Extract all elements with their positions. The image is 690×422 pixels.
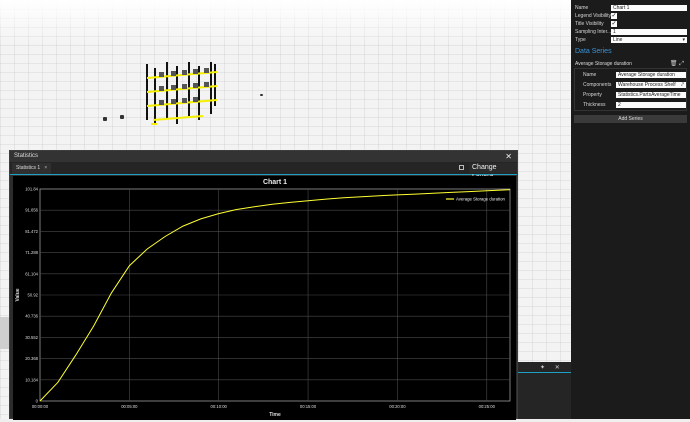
y-tick-label: 20.368 [25, 356, 38, 361]
x-axis-label: Time [269, 412, 281, 418]
line-chart: Chart 1 0 10.184 20.368 30.552 40.736 50.92 61.… [15, 179, 511, 418]
tab-statistics-1[interactable]: Statistics 1 × [12, 163, 52, 174]
sampling-interval-label: Sampling Inter... [575, 29, 612, 35]
title-visibility-label: Title Visibility [575, 21, 604, 27]
chevron-down-icon: ▾ [682, 37, 685, 43]
components-value: Warehouse Process Shelf [618, 82, 676, 88]
lower-dock-panel: ✦ ✕ [518, 362, 571, 419]
name-field[interactable]: Chart 1 [611, 5, 687, 11]
statistics-window: Statistics ✕ Statistics 1× Change Layout… [9, 150, 518, 420]
series-name-field[interactable]: Average Storage duration [616, 72, 686, 78]
x-tick-label: 00:00:00 [32, 404, 49, 409]
components-field[interactable]: Warehouse Process Shelf ⤤ [616, 82, 686, 88]
y-tick-label: 91.656 [25, 208, 38, 213]
data-series-heading: Data Series [575, 48, 612, 55]
pick-icon[interactable]: ⤤ [681, 82, 684, 88]
x-tick-label: 00:15:00 [300, 404, 317, 409]
viewport-edge-panel [0, 317, 9, 349]
chart-title: Chart 1 [263, 179, 287, 186]
type-label: Type [575, 37, 586, 43]
y-tick-label: 30.552 [25, 335, 38, 340]
legend-label: Average Storage duration [456, 197, 506, 202]
x-tick-label: 00:25:00 [479, 404, 496, 409]
series-line [39, 189, 511, 402]
y-tick-label: 40.736 [25, 314, 38, 319]
y-tick-label: 101.84 [25, 187, 38, 192]
expand-icon[interactable]: ⤢ [679, 61, 684, 67]
close-icon[interactable]: ✕ [555, 365, 560, 371]
y-tick-label: 71.288 [25, 250, 38, 255]
thickness-field[interactable]: 2 [616, 102, 686, 108]
part-object[interactable] [103, 117, 107, 121]
dock-accent-bar [518, 372, 571, 373]
legend-visibility-checkbox[interactable]: ✓ [611, 13, 617, 19]
series-title: Average Storage duration [575, 61, 632, 67]
x-tick-label: 00:20:00 [389, 404, 406, 409]
pin-icon[interactable]: ✦ [540, 365, 545, 371]
series-name-label: Name [583, 72, 597, 78]
y-axis-label: Value [15, 288, 21, 301]
legend-visibility-label: Legend Visibility [575, 13, 612, 19]
x-tick-label: 00:05:00 [121, 404, 138, 409]
property-label: Property [583, 92, 602, 98]
y-tick-label: 0 [36, 399, 39, 404]
maximize-icon[interactable] [459, 165, 464, 170]
change-layout-button[interactable]: Change Layout [469, 163, 517, 181]
close-icon[interactable]: ✕ [505, 151, 512, 162]
series-editor: Name Average Storage duration Components… [574, 68, 687, 111]
tab-label: Statistics 1 [16, 165, 41, 171]
statistics-title-bar[interactable]: Statistics ✕ [10, 151, 517, 162]
window-title: Statistics [14, 153, 39, 159]
chart-area: Chart 1 0 10.184 20.368 30.552 40.736 50.92 61.… [13, 176, 516, 420]
tab-bar: Statistics 1 × [10, 162, 517, 175]
type-select-value: Line [613, 37, 623, 43]
warehouse-shelf-model[interactable] [143, 62, 223, 128]
y-tick-label: 10.184 [25, 377, 38, 382]
part-object[interactable] [260, 94, 263, 96]
title-visibility-checkbox[interactable]: ✓ [611, 21, 617, 27]
y-tick-label: 81.472 [25, 229, 38, 234]
sampling-interval-field[interactable]: 1 [611, 29, 687, 35]
y-tick-label: 61.104 [25, 271, 38, 276]
components-label: Components [583, 82, 612, 88]
thickness-label: Thickness [583, 102, 606, 108]
properties-panel: Name Chart 1 Legend Visibility ✓ Title V… [571, 0, 690, 419]
x-tick-label: 00:10:00 [211, 404, 228, 409]
property-field[interactable]: Statistics.PartsAverageTime [616, 92, 686, 98]
tab-close-icon[interactable]: × [44, 165, 47, 171]
trash-icon[interactable]: 🗑 [670, 61, 678, 67]
y-tick-label: 50.92 [28, 293, 39, 298]
type-select[interactable]: Line ▾ [611, 37, 687, 43]
part-object[interactable] [120, 115, 124, 119]
name-label: Name [575, 5, 589, 11]
add-series-button[interactable]: Add Series [574, 115, 687, 123]
